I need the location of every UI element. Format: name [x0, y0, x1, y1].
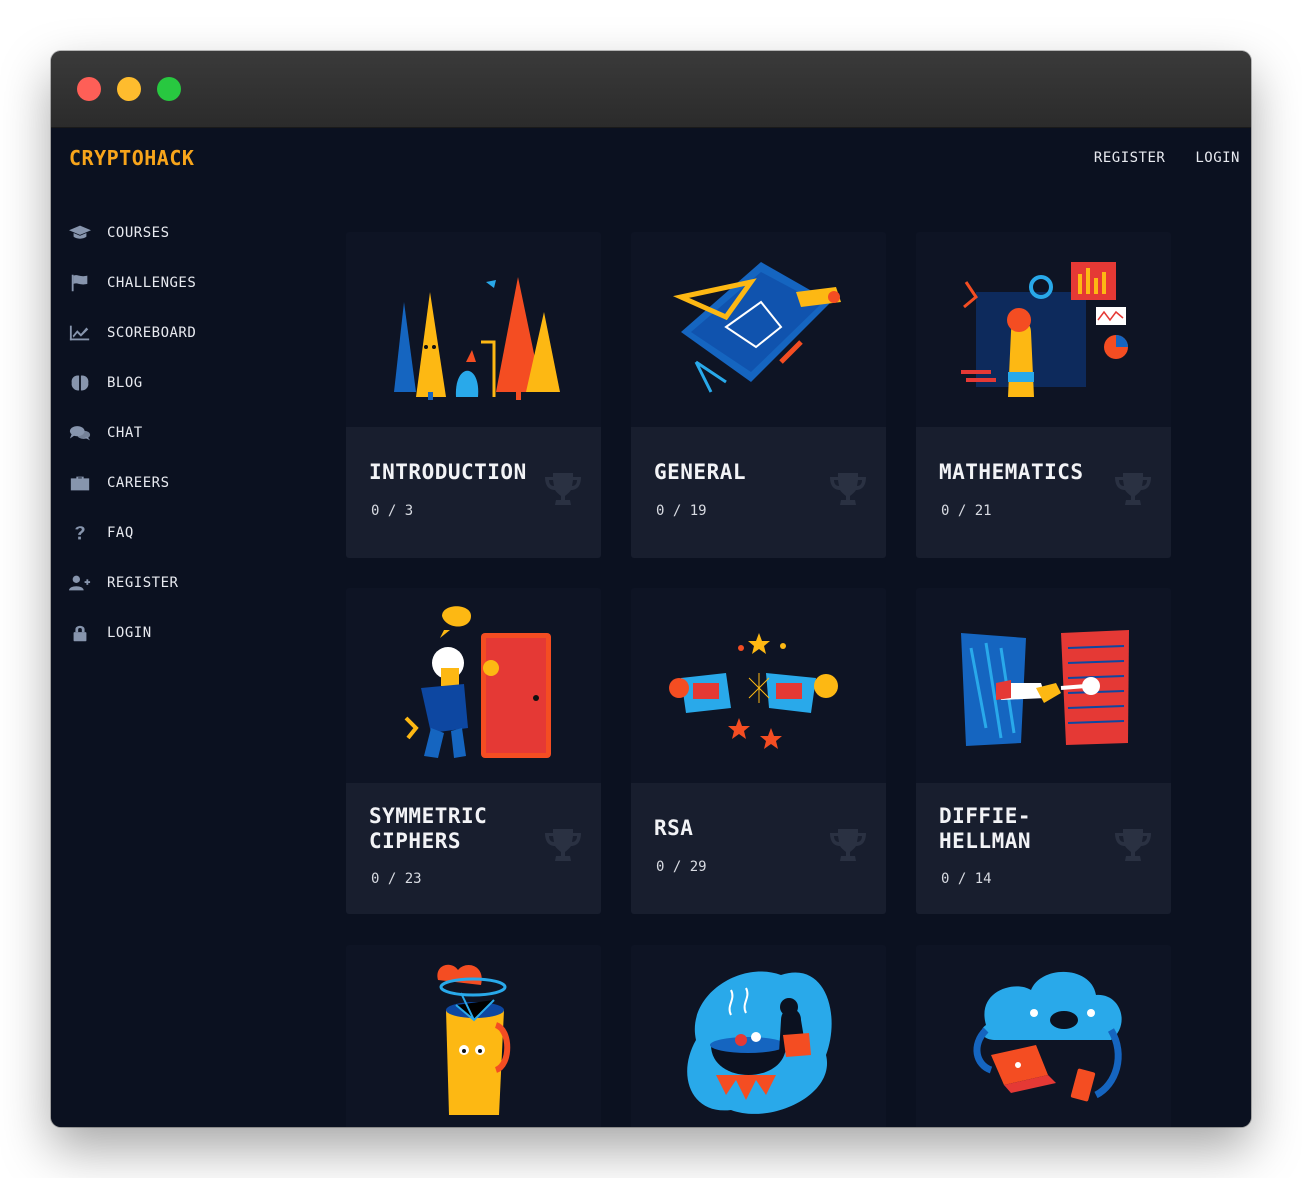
- category-card-info: MATHEMATICS 0 / 21: [916, 427, 1171, 558]
- category-card-info: SYMMETRIC CIPHERS 0 / 23: [346, 783, 601, 914]
- maximize-window-button[interactable]: [157, 77, 181, 101]
- brain-icon: [67, 373, 93, 393]
- sidebar-item-challenges[interactable]: CHALLENGES: [67, 258, 307, 308]
- trophy-icon: [1113, 825, 1153, 865]
- category-card-info: RSA 0 / 29: [631, 783, 886, 914]
- sidebar-item-chat[interactable]: CHAT: [67, 408, 307, 458]
- category-card[interactable]: [631, 945, 886, 1127]
- lock-icon: [67, 623, 93, 643]
- cloud-illustration: [916, 945, 1171, 1127]
- question-icon: [67, 523, 93, 543]
- charts-illustration: [916, 232, 1171, 427]
- trophy-icon: [543, 469, 583, 509]
- app-content: CRYPTOHACK REGISTER LOGIN COURSES CHALLE…: [51, 128, 1251, 1127]
- category-progress: 0 / 23: [371, 871, 422, 887]
- top-nav: REGISTER LOGIN: [1094, 150, 1240, 166]
- sidebar-item-label: BLOG: [107, 375, 143, 391]
- window-titlebar: [51, 51, 1251, 128]
- category-card-symmetric-ciphers[interactable]: SYMMETRIC CIPHERS 0 / 23: [346, 588, 601, 914]
- handshake-illustration: [916, 588, 1171, 783]
- sidebar-item-register[interactable]: REGISTER: [67, 558, 307, 608]
- category-card[interactable]: [916, 945, 1171, 1127]
- category-card-info: DIFFIE-HELLMAN 0 / 14: [916, 783, 1171, 914]
- category-card-info: GENERAL 0 / 19: [631, 427, 886, 558]
- sidebar-item-scoreboard[interactable]: SCOREBOARD: [67, 308, 307, 358]
- mug-illustration: [346, 945, 601, 1127]
- category-title: RSA: [654, 816, 694, 840]
- sidebar-item-label: CHALLENGES: [107, 275, 197, 291]
- top-register-link[interactable]: REGISTER: [1094, 150, 1165, 166]
- browser-window: CRYPTOHACK REGISTER LOGIN COURSES CHALLE…: [51, 51, 1251, 1127]
- category-progress: 0 / 14: [941, 871, 992, 887]
- trees-illustration: [346, 232, 601, 427]
- category-card-diffie-hellman[interactable]: DIFFIE-HELLMAN 0 / 14: [916, 588, 1171, 914]
- sidebar-item-label: FAQ: [107, 525, 134, 541]
- top-login-link[interactable]: LOGIN: [1195, 150, 1240, 166]
- category-card-mathematics[interactable]: MATHEMATICS 0 / 21: [916, 232, 1171, 558]
- sidebar-item-courses[interactable]: COURSES: [67, 208, 307, 258]
- category-card-info: INTRODUCTION 0 / 3: [346, 427, 601, 558]
- category-title: GENERAL: [654, 460, 747, 484]
- category-progress: 0 / 19: [656, 503, 707, 519]
- category-title: INTRODUCTION: [369, 460, 527, 484]
- sidebar-item-blog[interactable]: BLOG: [67, 358, 307, 408]
- brand-logo[interactable]: CRYPTOHACK: [69, 146, 194, 170]
- category-card-general[interactable]: GENERAL 0 / 19: [631, 232, 886, 558]
- close-window-button[interactable]: [77, 77, 101, 101]
- graduation-cap-icon: [67, 223, 93, 243]
- door-illustration: [346, 588, 601, 783]
- sidebar-item-careers[interactable]: CAREERS: [67, 458, 307, 508]
- sidebar-item-label: CAREERS: [107, 475, 170, 491]
- category-card[interactable]: [346, 945, 601, 1127]
- chart-line-icon: [67, 323, 93, 343]
- sidebar-item-label: REGISTER: [107, 575, 179, 591]
- category-progress: 0 / 3: [371, 503, 414, 519]
- sidebar-item-faq[interactable]: FAQ: [67, 508, 307, 558]
- chat-bubbles-icon: [67, 423, 93, 443]
- flag-icon: [67, 273, 93, 293]
- trophy-icon: [828, 469, 868, 509]
- trophy-icon: [1113, 469, 1153, 509]
- sidebar-item-label: CHAT: [107, 425, 143, 441]
- briefcase-icon: [67, 473, 93, 493]
- trophy-icon: [828, 825, 868, 865]
- sidebar-item-label: SCOREBOARD: [107, 325, 197, 341]
- sidebar-item-label: COURSES: [107, 225, 170, 241]
- category-progress: 0 / 29: [656, 859, 707, 875]
- category-card-introduction[interactable]: INTRODUCTION 0 / 3: [346, 232, 601, 558]
- sidebar: COURSES CHALLENGES SCOREBOARD BLOG CHAT …: [67, 208, 307, 658]
- sidebar-item-label: LOGIN: [107, 625, 152, 641]
- trophy-icon: [543, 825, 583, 865]
- category-title: MATHEMATICS: [939, 460, 1084, 484]
- sidebar-item-login[interactable]: LOGIN: [67, 608, 307, 658]
- category-title: SYMMETRIC CIPHERS: [369, 804, 488, 853]
- category-progress: 0 / 21: [941, 503, 992, 519]
- user-plus-icon: [67, 573, 93, 593]
- category-title: DIFFIE-HELLMAN: [939, 804, 1032, 853]
- minimize-window-button[interactable]: [117, 77, 141, 101]
- category-card-rsa[interactable]: RSA 0 / 29: [631, 588, 886, 914]
- fireworks-illustration: [631, 588, 886, 783]
- blueprint-illustration: [631, 232, 886, 427]
- cauldron-illustration: [631, 945, 886, 1127]
